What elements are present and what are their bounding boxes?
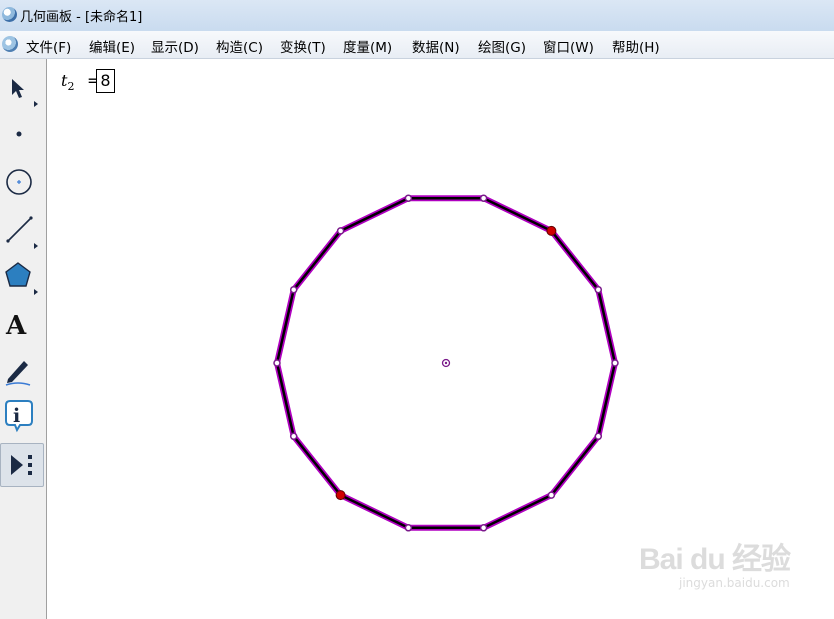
straightedge-tool[interactable]: [0, 209, 44, 251]
compass-circle-icon: [6, 169, 32, 195]
svg-text:i: i: [13, 405, 20, 427]
menu-edit[interactable]: 编辑(E): [89, 36, 135, 56]
toolbox: A i: [0, 59, 47, 619]
title-bar: 几何画板 - [未命名1]: [0, 0, 834, 32]
arrow-select-tool[interactable]: [0, 67, 44, 109]
menu-display[interactable]: 显示(D): [151, 36, 199, 56]
vertex[interactable]: [594, 432, 603, 441]
window-title: 几何画板 - [未命名1]: [20, 10, 143, 25]
polygon-icon: [5, 262, 38, 295]
document-icon[interactable]: [2, 36, 18, 52]
arrow-select-icon: [12, 79, 38, 107]
vertex[interactable]: [273, 359, 281, 367]
vertex[interactable]: [404, 524, 413, 532]
information-tool[interactable]: i: [0, 395, 44, 437]
watermark: Bai du 经验 jingyan.baidu.com: [639, 534, 791, 590]
watermark-logo: Bai du 经验: [639, 543, 791, 576]
menu-data[interactable]: 数据(N): [412, 36, 460, 56]
menu-graph[interactable]: 绘图(G): [478, 36, 526, 56]
straightedge-icon: [6, 216, 38, 249]
menu-file[interactable]: 文件(F): [26, 36, 71, 56]
vertex[interactable]: [404, 194, 413, 202]
vertex[interactable]: [611, 359, 619, 367]
compass-tool[interactable]: [0, 161, 44, 203]
vertex[interactable]: [594, 285, 603, 294]
menu-help[interactable]: 帮助(H): [612, 36, 660, 56]
text-tool-icon: A: [5, 311, 27, 341]
point-tool[interactable]: [0, 113, 44, 155]
point-icon: [16, 131, 22, 137]
vertex[interactable]: [289, 285, 298, 294]
center-dot: [444, 361, 448, 365]
watermark-url: jingyan.baidu.com: [679, 576, 790, 590]
selected-vertex[interactable]: [335, 490, 346, 501]
app-icon: [2, 7, 17, 22]
marker-pen-icon: [5, 361, 31, 386]
menu-measure[interactable]: 度量(M): [343, 36, 392, 56]
custom-tool[interactable]: [0, 443, 44, 487]
information-icon: i: [5, 400, 33, 433]
text-tool[interactable]: A: [0, 303, 44, 345]
vertex[interactable]: [336, 227, 345, 235]
vertex[interactable]: [289, 432, 298, 441]
svg-text:A: A: [5, 311, 27, 341]
custom-tool-icon: [11, 455, 32, 475]
sketch-canvas[interactable]: t2 = 8 Bai du 经验 jingyan.baidu.com: [47, 59, 834, 619]
menu-transform[interactable]: 变换(T): [280, 36, 326, 56]
vertex[interactable]: [547, 491, 556, 499]
menu-construct[interactable]: 构造(C): [216, 36, 263, 56]
menu-window[interactable]: 窗口(W): [543, 36, 594, 56]
selected-vertex[interactable]: [546, 225, 557, 236]
vertex[interactable]: [479, 524, 488, 532]
vertex[interactable]: [479, 194, 488, 202]
menu-bar: 文件(F) 编辑(E) 显示(D) 构造(C) 变换(T) 度量(M) 数据(N…: [0, 31, 834, 59]
marker-tool[interactable]: [0, 349, 44, 391]
polygon-tool[interactable]: [0, 255, 44, 297]
